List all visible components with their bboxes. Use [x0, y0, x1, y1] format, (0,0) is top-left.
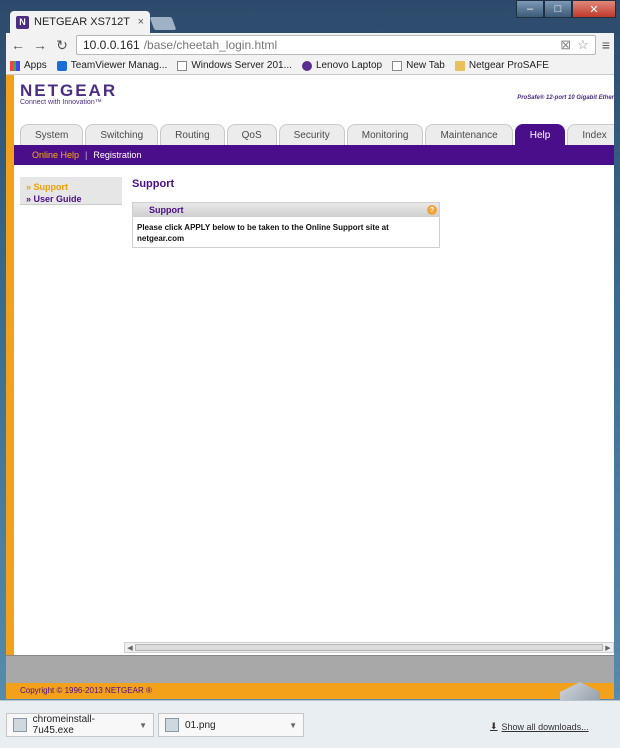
back-arrow-icon[interactable]: ←	[10, 37, 26, 53]
window-controls: – □ ✕	[516, 0, 616, 18]
peace-icon	[301, 60, 312, 71]
frame-left-border	[6, 75, 14, 683]
download-item[interactable]: chromeinstall-7u45.exe ▼	[6, 713, 154, 737]
blocked-popup-icon[interactable]: ⊠	[560, 37, 571, 53]
netgear-favicon-icon: N	[16, 15, 29, 29]
page-icon	[392, 60, 403, 71]
image-file-icon	[165, 718, 179, 732]
tab-routing[interactable]: Routing	[160, 124, 225, 145]
downloads-bar: chromeinstall-7u45.exe ▼ 01.png ▼ ⬇ Show…	[0, 700, 620, 748]
netgear-header: NETGEAR Connect with Innovation™ ProSafe…	[6, 75, 614, 125]
product-name: ProSafe® 12-port 10 Gigabit Ether	[517, 95, 614, 101]
maximize-button[interactable]: □	[544, 0, 572, 18]
browser-tab[interactable]: N NETGEAR XS712T ×	[10, 11, 150, 33]
sidebar-item-user-guide[interactable]: » User Guide	[26, 193, 116, 205]
bookmark-netgear-prosafe[interactable]: Netgear ProSAFE	[454, 60, 549, 71]
page-icon	[177, 60, 188, 71]
download-filename: 01.png	[185, 719, 216, 731]
subnav-registration[interactable]: Registration	[93, 150, 141, 160]
bookmark-lenovo[interactable]: Lenovo Laptop	[301, 60, 383, 71]
tab-close-icon[interactable]: ×	[138, 16, 144, 28]
tab-index[interactable]: Index	[567, 124, 614, 145]
tab-monitoring[interactable]: Monitoring	[346, 124, 424, 145]
show-all-label: Show all downloads...	[501, 721, 589, 732]
support-panel: Support ? Please click APPLY below to be…	[132, 202, 440, 248]
bookmark-label: Netgear ProSAFE	[468, 60, 549, 71]
sub-navigation: Online Help | Registration	[12, 145, 614, 165]
support-panel-header: Support ?	[133, 203, 439, 217]
tab-system[interactable]: System	[20, 124, 84, 145]
bookmark-new-tab[interactable]: New Tab	[392, 60, 445, 71]
subnav-online-help[interactable]: Online Help	[32, 150, 79, 160]
teamviewer-icon	[56, 60, 67, 71]
bookmark-label: Windows Server 201...	[191, 60, 292, 71]
omnibox-actions: ⊠ ☆	[560, 37, 589, 53]
close-window-button[interactable]: ✕	[572, 0, 616, 18]
scroll-left-icon[interactable]: ◀	[125, 644, 135, 652]
sidebar-item-support[interactable]: » Support	[26, 181, 116, 193]
tab-security[interactable]: Security	[278, 124, 345, 145]
bookmark-label: New Tab	[406, 60, 445, 71]
url-host: 10.0.0.161	[83, 38, 140, 52]
bookmark-label: Apps	[24, 60, 47, 71]
apps-icon	[10, 60, 20, 71]
show-all-downloads-link[interactable]: ⬇ Show all downloads...	[490, 721, 589, 732]
help-icon[interactable]: ?	[427, 205, 437, 215]
installer-file-icon	[13, 718, 27, 732]
bookmark-label: TeamViewer Manag...	[70, 60, 168, 71]
subnav-separator: |	[85, 150, 88, 160]
main-nav-tabs: System Switching Routing QoS Security Mo…	[20, 124, 614, 145]
address-bar[interactable]: 10.0.0.161/base/cheetah_login.html ⊠ ☆	[76, 35, 596, 55]
browser-toolbar: ← → ↻ 10.0.0.161/base/cheetah_login.html…	[6, 33, 614, 57]
scroll-right-icon[interactable]: ▶	[603, 644, 613, 652]
netgear-tagline: Connect with Innovation™	[20, 99, 102, 106]
title-bar: N NETGEAR XS712T × – □ ✕	[0, 0, 620, 33]
netgear-logo: NETGEAR	[20, 81, 118, 100]
horizontal-scrollbar[interactable]: ◀ ▶	[124, 642, 614, 653]
panel-title: Support	[149, 205, 184, 215]
forward-arrow-icon[interactable]: →	[32, 37, 48, 53]
page-title: Support	[132, 178, 175, 190]
download-filename: chromeinstall-7u45.exe	[32, 714, 95, 736]
folder-icon	[454, 60, 465, 71]
tab-switching[interactable]: Switching	[85, 124, 159, 145]
menu-icon[interactable]: ≡	[602, 37, 610, 53]
support-message: Please click APPLY below to be taken to …	[137, 223, 389, 243]
download-item[interactable]: 01.png ▼	[158, 713, 304, 737]
bookmark-windows-server[interactable]: Windows Server 201...	[177, 60, 292, 71]
tab-title: NETGEAR XS712T	[34, 16, 130, 28]
download-arrow-icon: ⬇	[490, 721, 498, 731]
tab-help[interactable]: Help	[514, 124, 566, 145]
scroll-thumb[interactable]	[135, 644, 603, 651]
copyright-footer: Copyright © 1996-2013 NETGEAR ®	[6, 683, 614, 699]
tab-qos[interactable]: QoS	[226, 124, 277, 145]
help-sidebar: » Support » User Guide	[20, 177, 122, 205]
bookmarks-bar: Apps TeamViewer Manag... Windows Server …	[6, 57, 614, 75]
url-path: /base/cheetah_login.html	[143, 38, 278, 52]
reload-icon[interactable]: ↻	[54, 37, 70, 54]
tab-maintenance[interactable]: Maintenance	[425, 124, 513, 145]
bookmark-star-icon[interactable]: ☆	[577, 37, 589, 53]
bookmark-apps[interactable]: Apps	[10, 60, 47, 71]
chevron-down-icon[interactable]: ▼	[139, 721, 147, 730]
minimize-button[interactable]: –	[516, 0, 544, 18]
new-tab-button[interactable]	[149, 17, 177, 30]
page-viewport: NETGEAR Connect with Innovation™ ProSafe…	[6, 75, 614, 655]
bookmark-label: Lenovo Laptop	[315, 60, 383, 71]
button-bar	[6, 655, 614, 683]
chevron-down-icon[interactable]: ▼	[289, 721, 297, 730]
bookmark-teamviewer[interactable]: TeamViewer Manag...	[56, 60, 168, 71]
